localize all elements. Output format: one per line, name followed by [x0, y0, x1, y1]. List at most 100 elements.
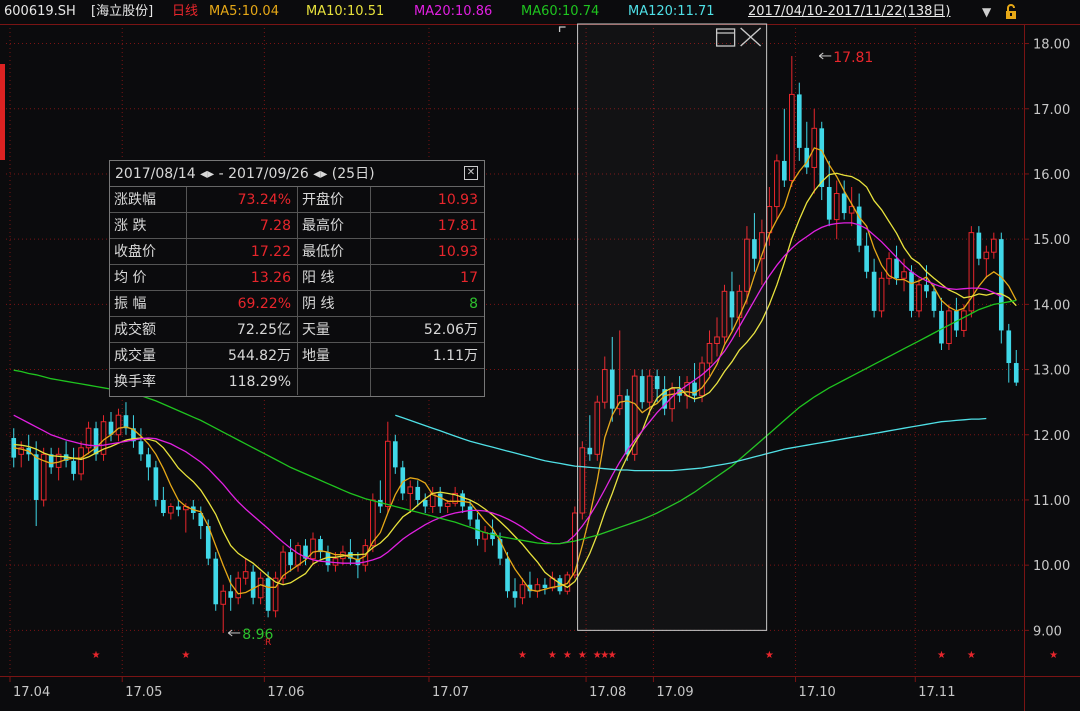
candle-body: [841, 193, 847, 214]
event-star-marker[interactable]: ★: [92, 650, 101, 661]
candle-body: [519, 584, 526, 599]
candle-body: [909, 271, 914, 311]
stat-label: 换手率: [114, 374, 156, 390]
y-tick-label: 16.00: [1033, 168, 1070, 183]
candle-body: [288, 552, 293, 566]
x-tick-label: 17.11: [918, 685, 955, 700]
candle-body: [437, 493, 443, 507]
y-tick-label: 9.00: [1033, 624, 1062, 639]
stat-label: 均 价: [114, 270, 147, 286]
candle: [968, 226, 975, 318]
stat-label: 收盘价: [114, 244, 156, 260]
candle-body: [931, 291, 937, 311]
candle-body: [168, 505, 174, 514]
period-label[interactable]: 日线: [172, 0, 198, 24]
candle-body: [242, 571, 249, 579]
candle-body: [512, 591, 518, 598]
stat-value: 10.93: [437, 192, 478, 208]
candle: [998, 232, 1004, 344]
stat-label: 最高价: [302, 218, 344, 234]
candle-body: [983, 251, 990, 260]
candle-body: [782, 160, 787, 181]
ma60-label: MA60:10.74: [521, 4, 600, 19]
candle-body: [497, 539, 503, 559]
stat-label: 阴 线: [302, 296, 335, 312]
event-r-marker[interactable]: R: [265, 638, 271, 648]
event-star-marker[interactable]: ★: [1049, 650, 1058, 661]
ma5-label: MA5:10.04: [209, 4, 279, 19]
side-marker: [0, 64, 5, 160]
candle-body: [257, 577, 264, 599]
candle-body: [939, 310, 944, 344]
dropdown-triangle-icon[interactable]: ▼: [982, 0, 991, 24]
stat-value: 17.22: [194, 239, 298, 265]
event-star-marker[interactable]: ★: [518, 650, 527, 661]
candle: [40, 447, 47, 507]
stats-row: 收盘价 17.22 最低价 10.93: [110, 239, 484, 265]
stat-value: 10.93: [437, 244, 478, 260]
stock-code: 600619.SH: [4, 4, 76, 19]
event-star-marker[interactable]: ★: [548, 650, 557, 661]
stats-row: 换手率 118.29%: [110, 369, 484, 395]
stock-name[interactable]: [海立股份]: [91, 0, 153, 24]
candle-body: [220, 590, 227, 605]
x-tick-label: 17.07: [432, 685, 469, 700]
y-tick-label: 15.00: [1033, 233, 1070, 248]
stat-label: 成交量: [114, 348, 156, 364]
stat-label: 涨 跌: [114, 218, 147, 234]
candle-body: [444, 502, 451, 507]
candle-body: [228, 591, 234, 598]
candle-body: [310, 538, 316, 560]
stats-row: 均 价 13.26 阳 线 17: [110, 265, 484, 291]
stats-row: 涨 跌 7.28 最高价 17.81: [110, 213, 484, 239]
x-tick-label: 17.04: [13, 685, 50, 700]
stat-value: 13.26: [194, 265, 298, 291]
candle-body: [93, 428, 99, 455]
candle-body: [878, 277, 885, 312]
date-range-selector[interactable]: 2017/04/10-2017/11/22(138日): [748, 0, 951, 24]
lock-icon[interactable]: [1004, 4, 1018, 20]
candle-body: [833, 193, 840, 221]
candle: [878, 271, 885, 318]
candle-body: [826, 187, 832, 220]
y-tick-label: 17.00: [1033, 103, 1070, 118]
candle-body: [153, 467, 159, 500]
selection-box[interactable]: [577, 23, 768, 631]
candle-body: [115, 414, 122, 436]
candle: [370, 493, 376, 553]
candle-body: [901, 271, 907, 279]
candle-body: [33, 454, 39, 500]
event-star-marker[interactable]: ★: [937, 650, 946, 661]
candle-body: [924, 284, 929, 292]
high-price-label: 17.81: [833, 50, 873, 66]
candle-body: [384, 440, 391, 507]
stat-value: 69.22%: [194, 291, 298, 317]
candle-body: [1006, 330, 1012, 364]
event-star-marker[interactable]: ★: [181, 650, 190, 661]
candle: [153, 460, 159, 507]
y-tick-label: 10.00: [1033, 559, 1070, 574]
x-tick-label: 17.08: [589, 685, 626, 700]
candle-body: [990, 238, 997, 253]
event-star-marker[interactable]: ★: [563, 650, 572, 661]
x-tick-label: 17.05: [125, 685, 162, 700]
ma10-label: MA10:10.51: [306, 4, 385, 19]
event-star-marker[interactable]: ★: [578, 650, 587, 661]
candle-body: [460, 493, 465, 507]
stat-label: 涨跌幅: [114, 192, 156, 208]
y-tick-label: 18.00: [1033, 38, 1070, 53]
interval-stats-panel: 2017/08/14 ◂▸ - 2017/09/26 ◂▸ (25日) 涨跌幅 7…: [109, 160, 485, 397]
candle-body: [998, 239, 1004, 331]
stat-value: 72.25亿: [194, 317, 298, 343]
close-icon[interactable]: [464, 166, 478, 180]
candle-body: [161, 499, 166, 513]
event-star-marker[interactable]: ★: [765, 650, 774, 661]
candle: [265, 571, 271, 618]
candle-body: [766, 206, 773, 234]
candle-body: [146, 454, 151, 468]
candle-body: [71, 460, 76, 474]
event-star-marker[interactable]: ★: [608, 650, 617, 661]
candle: [213, 552, 219, 611]
event-star-marker[interactable]: ★: [967, 650, 976, 661]
stats-row: 成交额 72.25亿 天量 52.06万: [110, 317, 484, 343]
